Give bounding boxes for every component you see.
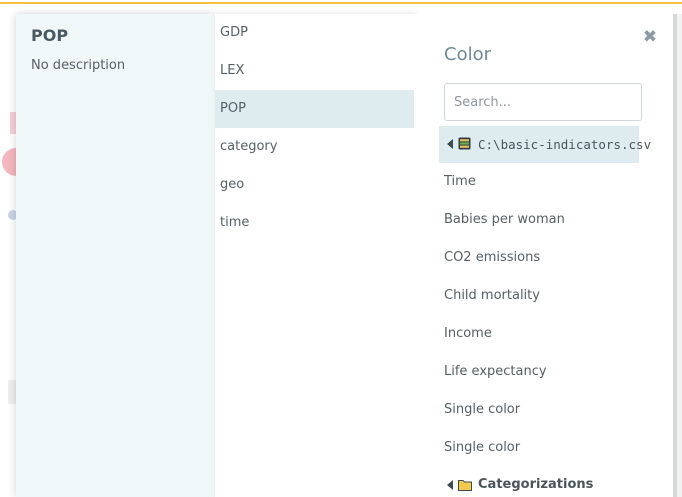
color-item-child-mortality[interactable]: Child mortality (444, 277, 644, 315)
source-file-label: C:\basic-indicators.csv (478, 137, 652, 152)
indicator-item-time[interactable]: time (215, 204, 414, 242)
scrollbar-thumb[interactable] (673, 14, 677, 497)
folder-icon (458, 480, 472, 491)
background-mark (8, 380, 16, 404)
database-icon (458, 137, 471, 150)
indicator-item-lex[interactable]: LEX (215, 52, 414, 90)
expand-caret-icon[interactable] (447, 480, 453, 490)
color-item-income[interactable]: Income (444, 315, 644, 353)
page: POP No description GDP LEX POP category … (0, 0, 682, 497)
color-item-single-color[interactable]: Single color (444, 391, 644, 429)
color-item-life-expectancy[interactable]: Life expectancy (444, 353, 644, 391)
color-panel: Color ✖ C:\basic-indicators.csv Time Bab… (414, 14, 676, 497)
indicator-list: GDP LEX POP category geo time (215, 14, 414, 497)
search-input[interactable] (444, 83, 642, 121)
color-panel-title: Color (444, 44, 491, 65)
description-text: No description (31, 58, 126, 73)
color-item-co2-emissions[interactable]: CO2 emissions (444, 239, 644, 277)
indicator-item-pop[interactable]: POP (215, 90, 414, 128)
color-item-babies-per-woman[interactable]: Babies per woman (444, 201, 644, 239)
categorizations-folder[interactable]: Categorizations (439, 467, 639, 497)
top-accent-bar (0, 2, 682, 4)
color-item-single-color[interactable]: Single color (444, 429, 644, 467)
close-icon[interactable]: ✖ (642, 26, 658, 48)
collapse-caret-icon[interactable] (447, 139, 453, 149)
indicator-item-geo[interactable]: geo (215, 166, 414, 204)
indicator-item-category[interactable]: category (215, 128, 414, 166)
categorizations-label: Categorizations (478, 477, 594, 492)
description-panel: POP No description (16, 14, 215, 497)
source-file-row[interactable]: C:\basic-indicators.csv (439, 126, 651, 163)
color-item-time[interactable]: Time (444, 163, 644, 201)
description-title: POP (31, 26, 69, 45)
indicator-item-gdp[interactable]: GDP (215, 14, 414, 52)
